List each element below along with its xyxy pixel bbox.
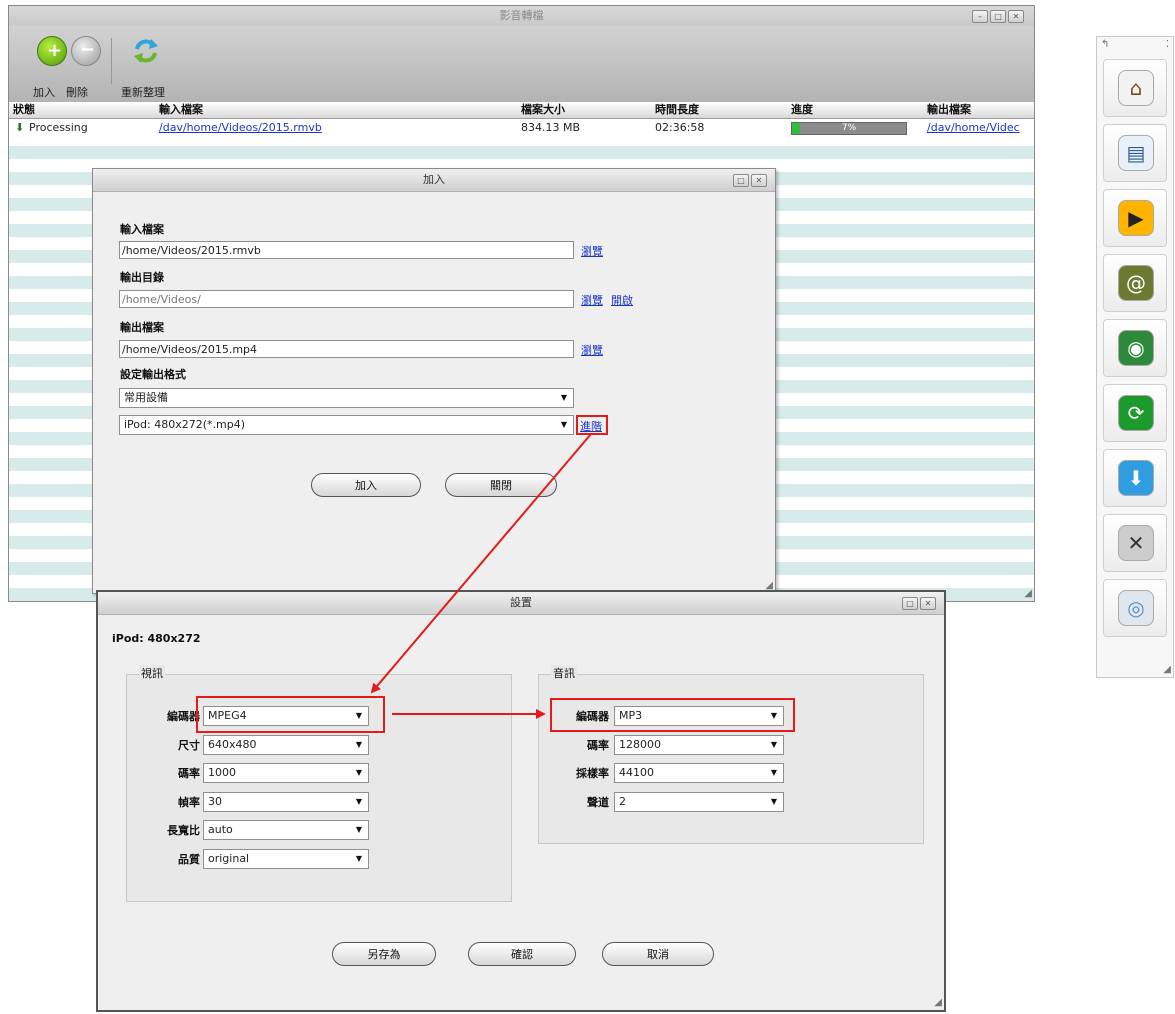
media-player-icon: ▶ [1118, 200, 1154, 236]
dock-button[interactable]: ✕ [1103, 514, 1167, 572]
dock-button[interactable]: ▶ [1103, 189, 1167, 247]
grip-icon[interactable]: ⁚ [1166, 39, 1169, 50]
settings-icon: ◎ [1118, 590, 1154, 626]
dock-button[interactable]: ◉ [1103, 319, 1167, 377]
sync-icon: ⟳ [1118, 395, 1154, 431]
home-icon: ⌂ [1118, 70, 1154, 106]
download-icon: ⬇ [1118, 460, 1154, 496]
network-icon: ◉ [1118, 330, 1154, 366]
dock-button[interactable]: ◎ [1103, 579, 1167, 637]
arrow-to-video-encoder [370, 433, 592, 694]
side-dock: ↰ ⁚ ⌂ ▤ ▶ @ ◉ ⟳ ⬇ ✕ ◎ ◢ [1096, 36, 1174, 678]
annotation-arrows [370, 433, 592, 719]
dock-button[interactable]: ⌂ [1103, 59, 1167, 117]
dock-button[interactable]: ⬇ [1103, 449, 1167, 507]
dock-button[interactable]: ▤ [1103, 124, 1167, 182]
resize-grip-icon[interactable]: ◢ [1163, 664, 1171, 675]
file-manager-icon: ▤ [1118, 135, 1154, 171]
back-icon[interactable]: ↰ [1101, 39, 1109, 50]
contacts-icon: @ [1118, 265, 1154, 301]
tools-icon: ✕ [1118, 525, 1154, 561]
dock-button[interactable]: ⟳ [1103, 384, 1167, 442]
dock-button[interactable]: @ [1103, 254, 1167, 312]
